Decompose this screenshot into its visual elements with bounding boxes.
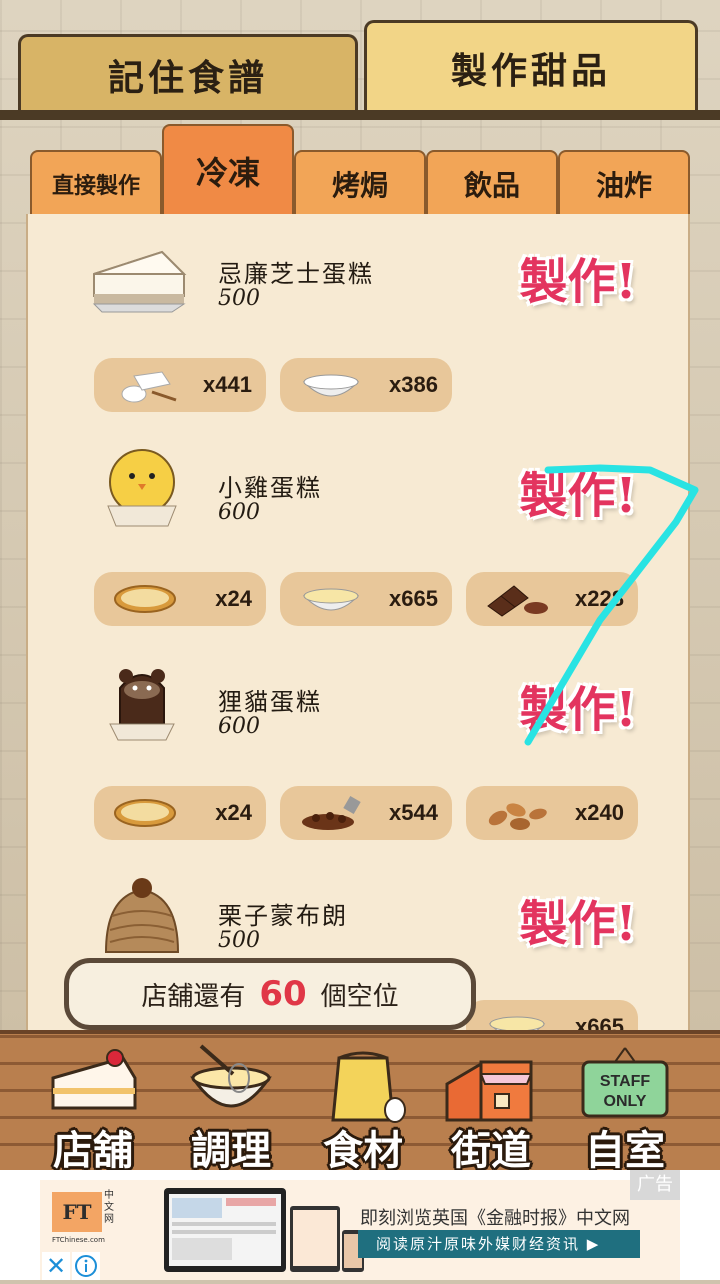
staff-only-sign-icon: STAFF ONLY bbox=[581, 1047, 669, 1118]
category-tab-fried[interactable]: 油炸 bbox=[558, 150, 690, 216]
recipe-price: 500 bbox=[218, 286, 260, 311]
nav-shop[interactable]: 店舖 bbox=[28, 1040, 158, 1174]
nav-ingredients[interactable]: 食材 bbox=[298, 1040, 428, 1174]
recipe-name: 忌廉芝士蛋糕 bbox=[218, 260, 374, 288]
nav-label: 店舖 bbox=[53, 1127, 133, 1174]
recipe-name: 小雞蛋糕 bbox=[218, 474, 322, 502]
ingredient-chip: x386 bbox=[280, 358, 452, 412]
almond-icon bbox=[488, 803, 547, 830]
ad-content[interactable]: FT 中文网 FTChinese.com 即刻浏览英国《金融时报》中文网 阅读原… bbox=[40, 1180, 680, 1280]
category-label: 飲品 bbox=[463, 169, 520, 202]
nav-label: 調理 bbox=[191, 1127, 271, 1174]
ingredient-count: x544 bbox=[389, 800, 438, 825]
only-label: ONLY bbox=[604, 1093, 647, 1110]
recipe-price: 600 bbox=[218, 714, 260, 739]
ingredient-count: x665 bbox=[575, 1014, 624, 1030]
custard-bowl-icon bbox=[488, 1016, 546, 1030]
ingredient-count: x228 bbox=[575, 586, 624, 611]
ad-headline: 即刻浏览英国《金融时报》中文网 bbox=[360, 1208, 630, 1229]
chick-cake-icon bbox=[107, 449, 177, 527]
flour-bag-icon bbox=[331, 1051, 406, 1123]
nav-label: 食材 bbox=[323, 1127, 403, 1174]
ingredient-chip: x665 bbox=[466, 1000, 638, 1030]
bottom-nav: 店舖 調理 食材 街道 STAFF ONLY 自室 bbox=[0, 1030, 720, 1174]
tab-recipes-label: 記住食譜 bbox=[107, 56, 268, 99]
tart-shell-icon bbox=[114, 799, 176, 827]
ad-close-icon[interactable]: ✕ bbox=[42, 1252, 70, 1280]
tab-make-dessert-label: 製作甜品 bbox=[450, 49, 611, 92]
make-button[interactable]: 製作! bbox=[508, 456, 648, 526]
ad-cta-button[interactable]: 阅读原汁原味外媒财经资讯 ▶ bbox=[358, 1230, 640, 1258]
whipped-cream-bowl-icon bbox=[302, 374, 360, 397]
cake-slice-icon bbox=[51, 1049, 137, 1110]
ingredient-chip: x665 bbox=[280, 572, 452, 626]
ingredient-chip: x544 bbox=[280, 786, 452, 840]
ad-banner[interactable]: FT 中文网 FTChinese.com 即刻浏览英国《金融时报》中文网 阅读原… bbox=[0, 1170, 720, 1280]
category-tab-drinks[interactable]: 飲品 bbox=[426, 150, 558, 216]
ingredient-chip: x24 bbox=[94, 786, 266, 840]
nav-label: 街道 bbox=[451, 1127, 531, 1174]
category-label: 烤焗 bbox=[331, 169, 388, 202]
ingredient-chip: x240 bbox=[466, 786, 638, 840]
recipe-item: 狸貓蛋糕 600 製作! x24 x544 x240 bbox=[28, 642, 688, 856]
category-tab-frozen[interactable]: 冷凍 bbox=[162, 124, 294, 216]
ad-label: 广告 bbox=[630, 1170, 680, 1200]
tab-make-dessert[interactable]: 製作甜品 bbox=[364, 20, 698, 112]
seat-prefix: 店舖還有 bbox=[141, 981, 246, 1012]
seat-suffix: 個空位 bbox=[320, 981, 399, 1012]
tart-shell-icon bbox=[114, 585, 176, 613]
nav-label: 自室 bbox=[585, 1127, 665, 1174]
cheesecake-icon bbox=[92, 250, 187, 313]
ingredient-chip: x441 bbox=[94, 358, 266, 412]
recipe-price: 600 bbox=[218, 500, 260, 525]
category-label: 直接製作 bbox=[51, 173, 140, 199]
device-mockup-image bbox=[164, 1188, 364, 1272]
ft-logo-cn: 中文网 bbox=[104, 1190, 114, 1225]
seat-status-banner: 店舖還有 60 個空位 bbox=[64, 958, 476, 1030]
make-button[interactable]: 製作! bbox=[508, 670, 648, 740]
ingredient-chip: x228 bbox=[466, 572, 638, 626]
recipe-item: 小雞蛋糕 600 製作! x24 x665 x228 bbox=[28, 428, 688, 642]
cream-cheese-icon bbox=[121, 371, 177, 403]
shop-building-icon bbox=[445, 1060, 533, 1122]
make-button[interactable]: 製作! bbox=[508, 242, 648, 312]
ingredient-count: x24 bbox=[215, 800, 252, 825]
make-button[interactable]: 製作! bbox=[508, 884, 648, 954]
mont-blanc-icon bbox=[104, 878, 180, 953]
ingredient-count: x240 bbox=[575, 800, 624, 825]
nav-private-room[interactable]: STAFF ONLY 自室 bbox=[560, 1040, 690, 1174]
recipe-item: 忌廉芝士蛋糕 500 製作! x441 x386 bbox=[28, 214, 688, 428]
tab-divider bbox=[0, 110, 720, 120]
tab-recipes[interactable]: 記住食譜 bbox=[18, 34, 358, 112]
category-label: 油炸 bbox=[595, 169, 652, 202]
ad-info-icon[interactable] bbox=[72, 1252, 100, 1280]
nav-street[interactable]: 街道 bbox=[426, 1040, 556, 1174]
mixing-bowl-icon bbox=[190, 1044, 272, 1108]
ft-domain: FTChinese.com bbox=[52, 1236, 105, 1244]
recipe-name: 栗子蒙布朗 bbox=[218, 902, 348, 930]
raccoon-cake-icon bbox=[109, 669, 175, 741]
recipe-price: 500 bbox=[218, 928, 260, 953]
nav-cooking[interactable]: 調理 bbox=[166, 1040, 296, 1174]
recipe-name: 狸貓蛋糕 bbox=[218, 688, 322, 716]
category-label: 冷凍 bbox=[195, 154, 260, 192]
ingredient-chip: x24 bbox=[94, 572, 266, 626]
ingredient-count: x386 bbox=[389, 372, 438, 397]
category-tab-bake[interactable]: 烤焗 bbox=[294, 150, 426, 216]
ingredient-count: x441 bbox=[203, 372, 252, 397]
category-tab-direct[interactable]: 直接製作 bbox=[30, 150, 162, 216]
ingredient-count: x665 bbox=[389, 586, 438, 611]
seat-count: 60 bbox=[259, 974, 307, 1014]
ingredient-count: x24 bbox=[215, 586, 252, 611]
chocolate-chips-icon bbox=[302, 795, 361, 830]
staff-label: STAFF bbox=[600, 1073, 651, 1090]
chocolate-icon bbox=[487, 585, 548, 617]
ft-logo: FT bbox=[52, 1192, 102, 1232]
recipe-list[interactable]: 忌廉芝士蛋糕 500 製作! x441 x386 小雞蛋糕 600 製作! x2… bbox=[26, 214, 690, 1030]
custard-bowl-icon bbox=[302, 588, 360, 611]
